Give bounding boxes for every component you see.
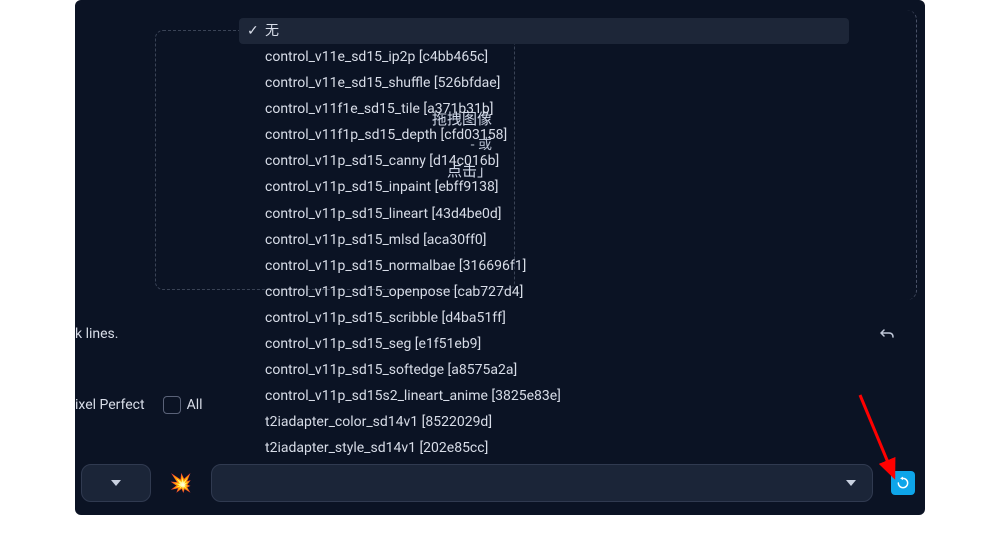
dropdown-item[interactable]: control_v11p_sd15_softedge [a8575a2a] <box>239 357 849 383</box>
dropdown-item[interactable]: control_v11e_sd15_shuffle [526bfdae] <box>239 70 849 96</box>
klines-label: k lines. <box>75 326 118 342</box>
pixel-perfect-label: ixel Perfect <box>75 397 145 413</box>
bottom-controls: 💥 <box>75 463 915 503</box>
dropdown-item-label: control_v11p_sd15s2_lineart_anime [3825e… <box>265 388 561 404</box>
dropdown-item[interactable]: control_v11p_sd15_normalbae [316696f1] <box>239 253 849 279</box>
dropdown-item-label: t2iadapter_color_sd14v1 [8522029d] <box>265 414 492 430</box>
dropdown-item[interactable]: t2iadapter_style_sd14v1 [202e85cc] <box>239 435 849 461</box>
model-dropdown-list[interactable]: ✓ 无 control_v11e_sd15_ip2p [c4bb465c] co… <box>239 18 849 461</box>
explosion-button[interactable]: 💥 <box>161 464 201 502</box>
pixel-perfect-row: ixel Perfect All <box>75 396 203 414</box>
dropdown-item[interactable]: control_v11e_sd15_ip2p [c4bb465c] <box>239 44 849 70</box>
dropdown-item-label: control_v11p_sd15_scribble [d4ba51ff] <box>265 310 506 326</box>
dropdown-item-label: t2iadapter_style_sd14v1 [202e85cc] <box>265 440 488 456</box>
all-label: All <box>187 397 203 413</box>
reply-arrow-icon <box>877 327 895 341</box>
dropdown-item[interactable]: control_v11p_sd15_canny [d14c016b] <box>239 148 849 174</box>
dropdown-item[interactable]: t2iadapter_color_sd14v1 [8522029d] <box>239 409 849 435</box>
dropdown-item-label: control_v11p_sd15_mlsd [aca30ff0] <box>265 232 486 248</box>
all-checkbox[interactable] <box>163 396 181 414</box>
dropdown-item[interactable]: control_v11p_sd15_scribble [d4ba51ff] <box>239 305 849 331</box>
dropdown-item-label: control_v11p_sd15_normalbae [316696f1] <box>265 258 526 274</box>
refresh-icon <box>896 476 910 490</box>
dropdown-item-label: control_v11e_sd15_shuffle [526bfdae] <box>265 75 500 91</box>
dropdown-item-label: control_v11p_sd15_seg [e1f51eb9] <box>265 336 481 352</box>
dropdown-item-label: control_v11e_sd15_ip2p [c4bb465c] <box>265 49 488 65</box>
preprocessor-dropdown[interactable] <box>81 464 151 502</box>
dropdown-item[interactable]: control_v11p_sd15_mlsd [aca30ff0] <box>239 227 849 253</box>
reply-icon[interactable] <box>877 326 895 345</box>
dropdown-item-label: control_v11f1e_sd15_tile [a371b31b] <box>265 101 494 117</box>
panel-right-border <box>867 10 917 300</box>
caret-down-icon <box>111 480 121 486</box>
dropdown-item[interactable]: control_v11p_sd15_lineart [43d4be0d] <box>239 201 849 227</box>
dropdown-item[interactable]: control_v11p_sd15_openpose [cab727d4] <box>239 279 849 305</box>
explosion-icon: 💥 <box>170 473 192 494</box>
dropdown-item-label: control_v11p_sd15_softedge [a8575a2a] <box>265 362 517 378</box>
dropdown-item-none[interactable]: ✓ 无 <box>239 18 849 44</box>
refresh-button[interactable] <box>891 471 915 495</box>
app-frame: 拖拽图像 - 或 点击」 ✓ 无 control_v11e_sd15_ip2p … <box>75 0 925 515</box>
dropdown-item[interactable]: control_v11f1p_sd15_depth [cfd03158] <box>239 122 849 148</box>
caret-down-icon <box>846 480 856 486</box>
dropdown-item-label: control_v11p_sd15_canny [d14c016b] <box>265 153 499 169</box>
dropdown-item[interactable]: control_v11p_sd15_seg [e1f51eb9] <box>239 331 849 357</box>
dropdown-item[interactable]: control_v11p_sd15s2_lineart_anime [3825e… <box>239 383 849 409</box>
dropdown-item[interactable]: control_v11p_sd15_inpaint [ebff9138] <box>239 174 849 200</box>
dropdown-item[interactable]: control_v11f1e_sd15_tile [a371b31b] <box>239 96 849 122</box>
dropdown-item-label: 无 <box>265 23 279 39</box>
dropdown-item-label: control_v11p_sd15_openpose [cab727d4] <box>265 284 523 300</box>
model-select-dropdown[interactable] <box>211 464 873 502</box>
dropdown-item-label: control_v11p_sd15_lineart [43d4be0d] <box>265 206 502 222</box>
checkmark-icon: ✓ <box>247 19 259 43</box>
dropdown-item-label: control_v11f1p_sd15_depth [cfd03158] <box>265 127 507 143</box>
dropdown-item-label: control_v11p_sd15_inpaint [ebff9138] <box>265 179 499 195</box>
